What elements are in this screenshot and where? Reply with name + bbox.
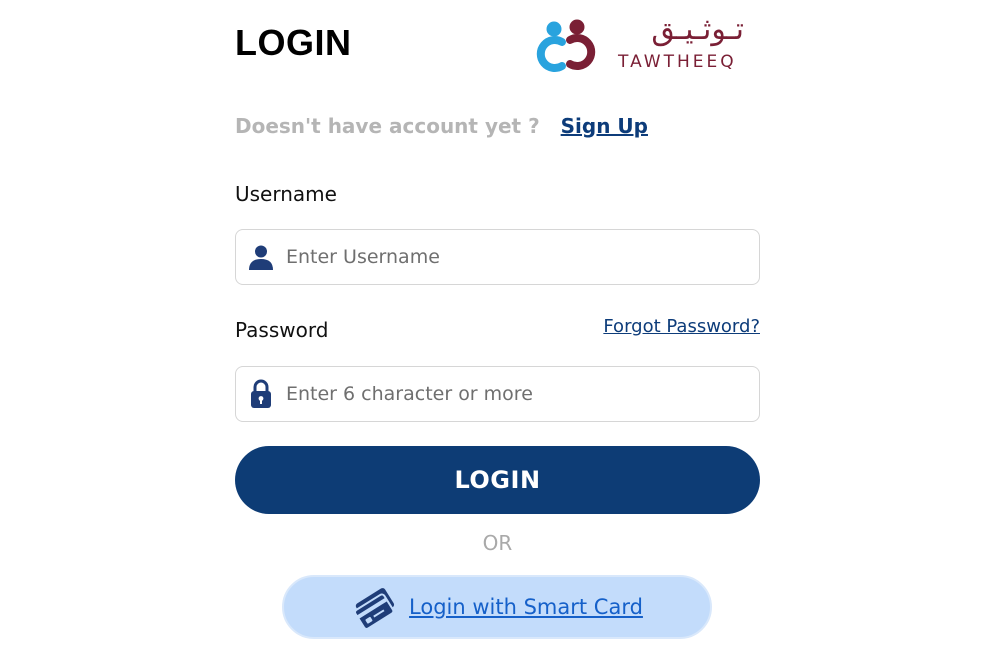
login-button[interactable]: LOGIN: [235, 446, 760, 514]
logo-latin-text: TAWTHEEQ: [618, 52, 737, 72]
smart-card-label: Login with Smart Card: [409, 595, 643, 619]
tawtheeq-logo: تـوثـيـق TAWTHEEQ: [532, 12, 762, 76]
password-label: Password: [235, 318, 329, 342]
smart-card-login-button[interactable]: Login with Smart Card: [282, 575, 712, 639]
password-field[interactable]: [235, 366, 760, 422]
signup-row: Doesn't have account yet ? Sign Up: [235, 114, 648, 138]
logo-arabic-text: تـوثـيـق: [651, 12, 744, 47]
page-title: LOGIN: [235, 22, 352, 63]
signup-prompt: Doesn't have account yet ?: [235, 114, 540, 138]
password-input[interactable]: [286, 367, 746, 421]
lock-icon: [236, 367, 286, 421]
smart-card-icon: [351, 585, 401, 629]
or-divider: OR: [482, 531, 513, 555]
user-icon: [236, 230, 286, 284]
username-label: Username: [235, 182, 337, 206]
signup-link[interactable]: Sign Up: [561, 114, 648, 138]
tawtheeq-logo-icon: [536, 19, 596, 72]
username-field[interactable]: [235, 229, 760, 285]
forgot-password-link[interactable]: Forgot Password?: [603, 316, 760, 337]
username-input[interactable]: [286, 230, 746, 284]
